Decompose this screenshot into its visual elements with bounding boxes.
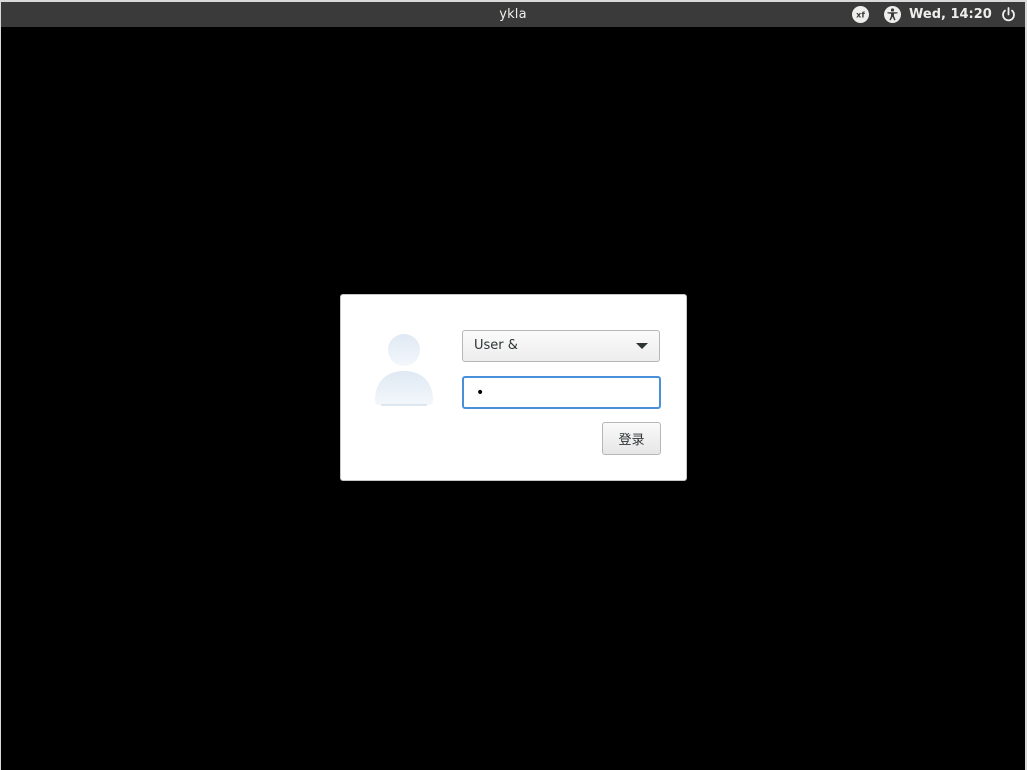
clock[interactable]: Wed, 14:20 bbox=[909, 2, 992, 27]
dropdown-arrow-icon bbox=[636, 343, 648, 349]
user-select-value: User & bbox=[474, 338, 518, 353]
user-select-dropdown[interactable]: User & bbox=[462, 330, 660, 362]
power-icon[interactable] bbox=[1000, 6, 1017, 23]
user-avatar-icon bbox=[375, 334, 433, 406]
keyboard-layout-label: xf bbox=[856, 11, 865, 20]
top-panel: ykla xf Wed, 14:20 bbox=[1, 2, 1025, 27]
password-input[interactable] bbox=[462, 376, 661, 409]
desktop-screen: ykla xf Wed, 14:20 User & • 登录 bbox=[1, 2, 1025, 770]
keyboard-layout-icon[interactable]: xf bbox=[852, 6, 869, 23]
hostname-label: ykla bbox=[499, 7, 527, 22]
login-dialog: User & 登录 bbox=[340, 294, 687, 481]
login-button[interactable]: 登录 bbox=[602, 422, 661, 455]
accessibility-icon[interactable] bbox=[884, 6, 901, 23]
